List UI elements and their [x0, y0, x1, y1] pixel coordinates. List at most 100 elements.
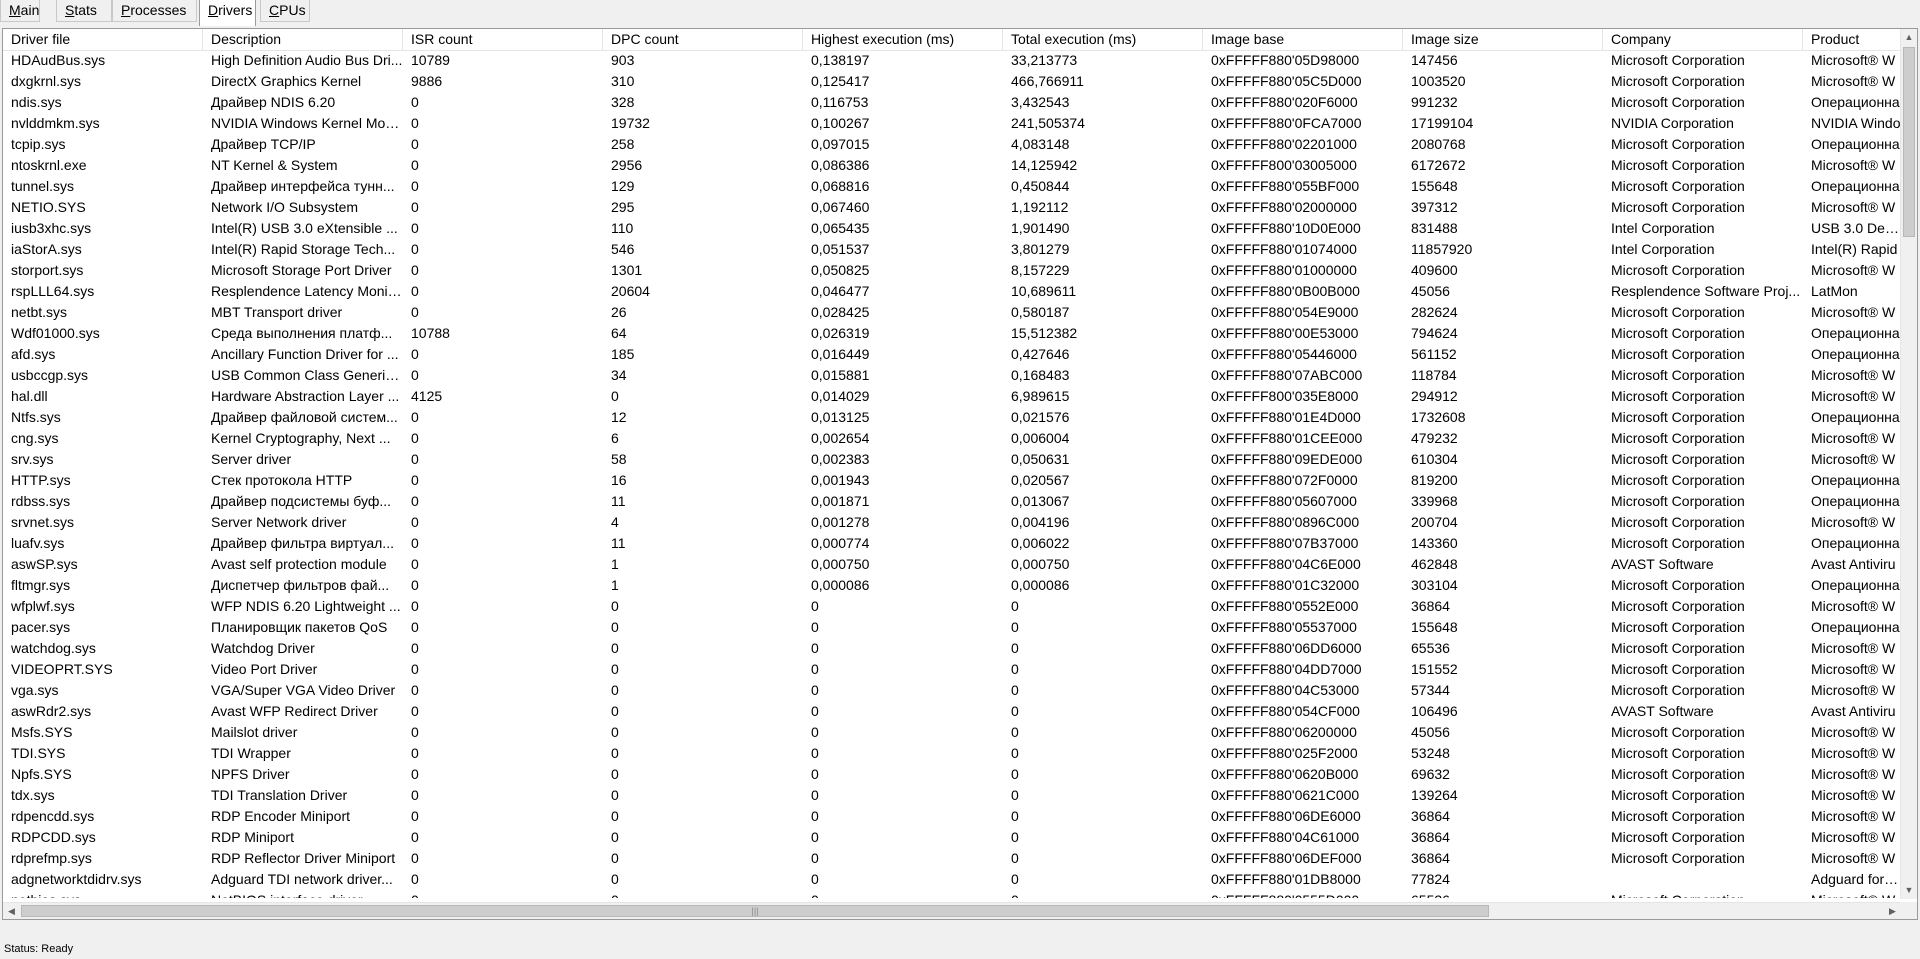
table-row[interactable]: iaStorA.sys Intel(R) Rapid Storage Tech..…: [3, 239, 1901, 260]
cell-product: Microsoft® W: [1811, 808, 1896, 824]
cell-highest-execution: 0: [811, 682, 819, 698]
table-row[interactable]: usbccgp.sys USB Common Class Generic ... 0…: [3, 365, 1901, 386]
table-row[interactable]: cng.sys Kernel Cryptography, Next ... 0 6 0,…: [3, 428, 1901, 449]
column-header-image-base[interactable]: Image base: [1203, 29, 1403, 50]
table-row[interactable]: dxgkrnl.sys DirectX Graphics Kernel 9886 31…: [3, 71, 1901, 92]
cell-dpc-count: 11: [611, 493, 626, 509]
horizontal-scrollbar[interactable]: ◀ ||| ▶: [3, 902, 1901, 919]
horizontal-scroll-thumb[interactable]: |||: [21, 905, 1489, 917]
tab-cpus[interactable]: CPUs: [260, 0, 310, 22]
column-header-company[interactable]: Company: [1603, 29, 1803, 50]
cell-description: Среда выполнения платф...: [211, 325, 393, 341]
column-header-product[interactable]: Product: [1803, 29, 1901, 50]
cell-isr-count: 0: [411, 787, 419, 803]
vertical-scrollbar[interactable]: ▲ ▼: [1900, 29, 1917, 899]
cell-product: Microsoft® W: [1811, 745, 1896, 761]
table-row[interactable]: wfplwf.sys WFP NDIS 6.20 Lightweight ... 0…: [3, 596, 1901, 617]
cell-company: Microsoft Corporation: [1611, 346, 1745, 362]
table-row[interactable]: netbt.sys MBT Transport driver 0 26 0,028425…: [3, 302, 1901, 323]
cell-dpc-count: 0: [611, 598, 619, 614]
table-row[interactable]: storport.sys Microsoft Storage Port Drive…: [3, 260, 1901, 281]
column-header-description[interactable]: Description: [203, 29, 403, 50]
table-row[interactable]: fltmgr.sys Диспетчер фильтров фай... 0 1 0,0…: [3, 575, 1901, 596]
table-row[interactable]: ntoskrnl.exe NT Kernel & System 0 2956 0,086…: [3, 155, 1901, 176]
tab-stats[interactable]: Stats: [56, 0, 112, 22]
column-header-isr-count[interactable]: ISR count: [403, 29, 603, 50]
table-row[interactable]: aswRdr2.sys Avast WFP Redirect Driver 0 0 0 0…: [3, 701, 1901, 722]
cell-dpc-count: 0: [611, 619, 619, 635]
table-row[interactable]: hal.dll Hardware Abstraction Layer ... 412…: [3, 386, 1901, 407]
vertical-scroll-thumb[interactable]: [1903, 47, 1915, 237]
table-row[interactable]: adgnetworktdidrv.sys Adguard TDI network …: [3, 869, 1901, 890]
table-row[interactable]: ndis.sys Драйвер NDIS 6.20 0 328 0,116753 3,4…: [3, 92, 1901, 113]
column-header-total-execution[interactable]: Total execution (ms): [1003, 29, 1203, 50]
table-row[interactable]: srvnet.sys Server Network driver 0 4 0,00127…: [3, 512, 1901, 533]
tab-drivers[interactable]: Drivers: [199, 0, 256, 26]
cell-description: Intel(R) Rapid Storage Tech...: [211, 241, 396, 257]
cell-dpc-count: 16: [611, 472, 627, 488]
cell-image-base: 0xFFFFF880'06DEF000: [1211, 850, 1362, 866]
table-row[interactable]: rdpencdd.sys RDP Encoder Miniport 0 0 0 0 0xFF…: [3, 806, 1901, 827]
column-header-driver-file[interactable]: Driver file: [3, 29, 203, 50]
scroll-right-icon[interactable]: ▶: [1884, 903, 1901, 919]
table-row[interactable]: tunnel.sys Драйвер интерфейса тунн... 0 129…: [3, 176, 1901, 197]
tab-processes[interactable]: Processes: [112, 0, 197, 22]
cell-driver-file: dxgkrnl.sys: [11, 73, 82, 89]
cell-isr-count: 0: [411, 682, 419, 698]
table-row[interactable]: srv.sys Server driver 0 58 0,002383 0,050631 0…: [3, 449, 1901, 470]
cell-description: RDP Reflector Driver Miniport: [211, 850, 396, 866]
table-row[interactable]: netbios.sysNetBIOS interface driver00000…: [3, 890, 1901, 898]
table-row[interactable]: luafv.sys Драйвер фильтра виртуал... 0 11 0,…: [3, 533, 1901, 554]
cell-description: Video Port Driver: [211, 661, 318, 677]
cell-image-base: 0xFFFFF880'06DE6000: [1211, 808, 1361, 824]
table-row[interactable]: Msfs.SYS Mailslot driver 0 0 0 0 0xFFFFF880'06…: [3, 722, 1901, 743]
cell-product: Microsoft® W: [1811, 451, 1896, 467]
cell-image-base: 0xFFFFF880'0621C000: [1211, 787, 1360, 803]
cell-dpc-count: 110: [611, 220, 634, 236]
table-row[interactable]: Ntfs.sys Драйвер файловой систем... 0 12 0,0…: [3, 407, 1901, 428]
cell-driver-file: srvnet.sys: [11, 514, 75, 530]
table-row[interactable]: tcpip.sys Драйвер TCP/IP 0 258 0,097015 4,083…: [3, 134, 1901, 155]
table-row[interactable]: tdx.sys TDI Translation Driver 0 0 0 0 0xFFFFF…: [3, 785, 1901, 806]
cell-company: Microsoft Corporation: [1611, 766, 1745, 782]
cell-image-base: 0xFFFFF880'10D0E000: [1211, 220, 1361, 236]
cell-image-base: 0xFFFFF880'05C5D000: [1211, 73, 1362, 89]
table-row[interactable]: rdprefmp.sys RDP Reflector Driver Minipor…: [3, 848, 1901, 869]
table-row[interactable]: pacer.sys Планировщик пакетов QoS 0 0 0 0 0xFF…: [3, 617, 1901, 638]
tab-main[interactable]: Main: [0, 0, 40, 22]
cell-description: Intel(R) USB 3.0 eXtensible ...: [211, 220, 398, 236]
table-row[interactable]: iusb3xhc.sys Intel(R) USB 3.0 eXtensible …: [3, 218, 1901, 239]
table-row[interactable]: TDI.SYS TDI Wrapper 0 0 0 0 0xFFFFF880'025F200…: [3, 743, 1901, 764]
table-row[interactable]: rdbss.sys Драйвер подсистемы буф... 0 11 0,0…: [3, 491, 1901, 512]
cell-description: High Definition Audio Bus Dri...: [211, 52, 403, 68]
table-row[interactable]: NETIO.SYS Network I/O Subsystem 0 295 0,0674…: [3, 197, 1901, 218]
status-bar: Status: Ready: [4, 943, 74, 955]
table-row[interactable]: afd.sys Ancillary Function Driver for ...…: [3, 344, 1901, 365]
column-header-dpc-count[interactable]: DPC count: [603, 29, 803, 50]
scroll-left-icon[interactable]: ◀: [3, 903, 20, 919]
cell-company: Microsoft Corporation: [1611, 787, 1745, 803]
table-row[interactable]: watchdog.sys Watchdog Driver 0 0 0 0 0xFFFFF88…: [3, 638, 1901, 659]
scroll-down-icon[interactable]: ▼: [1901, 882, 1917, 899]
cell-image-base: 0xFFFFF880'01074000: [1211, 241, 1357, 257]
column-header-image-size[interactable]: Image size: [1403, 29, 1603, 50]
scroll-up-icon[interactable]: ▲: [1901, 29, 1917, 46]
table-row[interactable]: Wdf01000.sys Среда выполнения платф... 107…: [3, 323, 1901, 344]
column-header-row: Driver file Description ISR count DPC co…: [3, 29, 1901, 51]
cell-highest-execution: 0,001871: [811, 493, 870, 509]
cell-driver-file: fltmgr.sys: [11, 577, 71, 593]
table-row[interactable]: HTTP.sys Стек протокола HTTP 0 16 0,001943 0,…: [3, 470, 1901, 491]
table-row[interactable]: rspLLL64.sys Resplendence Latency Monit..…: [3, 281, 1901, 302]
table-row[interactable]: vga.sys VGA/Super VGA Video Driver 0 0 0 0 0xF…: [3, 680, 1901, 701]
table-row[interactable]: Npfs.SYS NPFS Driver 0 0 0 0 0xFFFFF880'0620B0…: [3, 764, 1901, 785]
table-row[interactable]: nvlddmkm.sys NVIDIA Windows Kernel Mod...…: [3, 113, 1901, 134]
cell-dpc-count: 1: [611, 577, 619, 593]
column-header-highest-execution[interactable]: Highest execution (ms): [803, 29, 1003, 50]
table-row[interactable]: RDPCDD.sys RDP Miniport 0 0 0 0 0xFFFFF880'04C…: [3, 827, 1901, 848]
table-row[interactable]: VIDEOPRT.SYS Video Port Driver 0 0 0 0 0xFFFFF…: [3, 659, 1901, 680]
table-row[interactable]: aswSP.sys Avast self protection module 0 1 0…: [3, 554, 1901, 575]
cell-description: Server Network driver: [211, 514, 347, 530]
table-row[interactable]: HDAudBus.sys High Definition Audio Bus Dr…: [3, 50, 1901, 71]
cell-company: Microsoft Corporation: [1611, 157, 1745, 173]
cell-isr-count: 0: [411, 178, 419, 194]
